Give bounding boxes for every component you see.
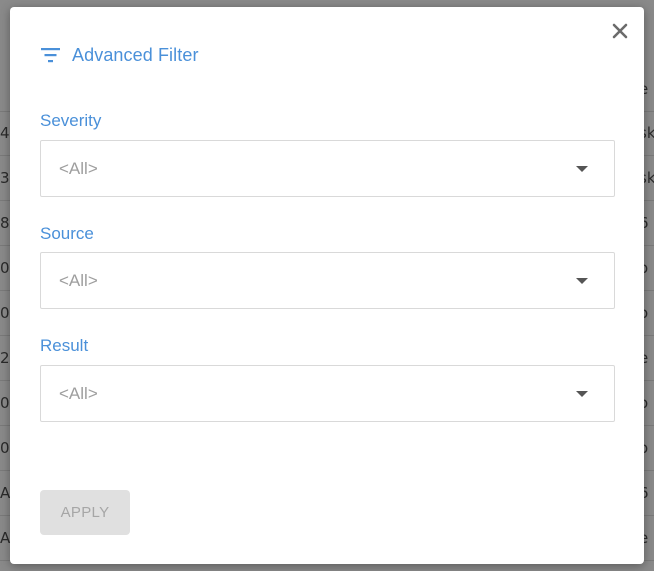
bg-cell: 4 — [0, 111, 10, 156]
bg-cell: sk — [644, 156, 654, 201]
source-select[interactable]: <All> — [40, 252, 615, 309]
dialog-header: Advanced Filter — [40, 43, 199, 67]
bg-cell: 3 — [0, 156, 10, 201]
bg-cell: o — [644, 426, 654, 471]
result-label: Result — [40, 336, 89, 355]
source-select-value: <All> — [59, 271, 98, 290]
caret-down-icon — [576, 391, 588, 397]
caret-down-icon — [576, 278, 588, 284]
severity-select[interactable]: <All> — [40, 140, 615, 197]
bg-cell: o — [644, 291, 654, 336]
bg-cell: 0 — [0, 246, 10, 291]
background-table-right: e sk sk 6 o o e o o 6 e — [644, 0, 654, 571]
bg-cell: 8 — [0, 201, 10, 246]
bg-cell: 0 — [0, 381, 10, 426]
bg-cell: sk — [644, 111, 654, 156]
result-select[interactable]: <All> — [40, 365, 615, 422]
dialog-title: Advanced Filter — [72, 44, 199, 65]
source-label: Source — [40, 224, 94, 243]
advanced-filter-dialog: Advanced Filter Severity <All> Source <A… — [10, 7, 644, 564]
bg-cell: 6 — [644, 471, 654, 516]
bg-cell: e — [644, 336, 654, 381]
severity-label: Severity — [40, 111, 102, 130]
bg-cell: o — [644, 246, 654, 291]
bg-cell: e — [644, 67, 654, 112]
apply-button[interactable]: APPLY — [40, 490, 130, 535]
severity-select-value: <All> — [59, 159, 98, 178]
bg-cell: e — [644, 516, 654, 561]
close-icon[interactable] — [610, 21, 630, 41]
bg-cell — [0, 67, 10, 112]
bg-cell: 6 — [644, 201, 654, 246]
background-table-left: 4 3 8 0 0 2 0 0 A A — [0, 0, 10, 571]
bg-cell: A — [0, 516, 10, 561]
caret-down-icon — [576, 166, 588, 172]
bg-cell: 0 — [0, 291, 10, 336]
bg-cell: 2 — [0, 336, 10, 381]
result-select-value: <All> — [59, 384, 98, 403]
bg-cell: 0 — [0, 426, 10, 471]
filter-icon — [40, 46, 62, 64]
bg-cell: A — [0, 471, 10, 516]
bg-cell: o — [644, 381, 654, 426]
